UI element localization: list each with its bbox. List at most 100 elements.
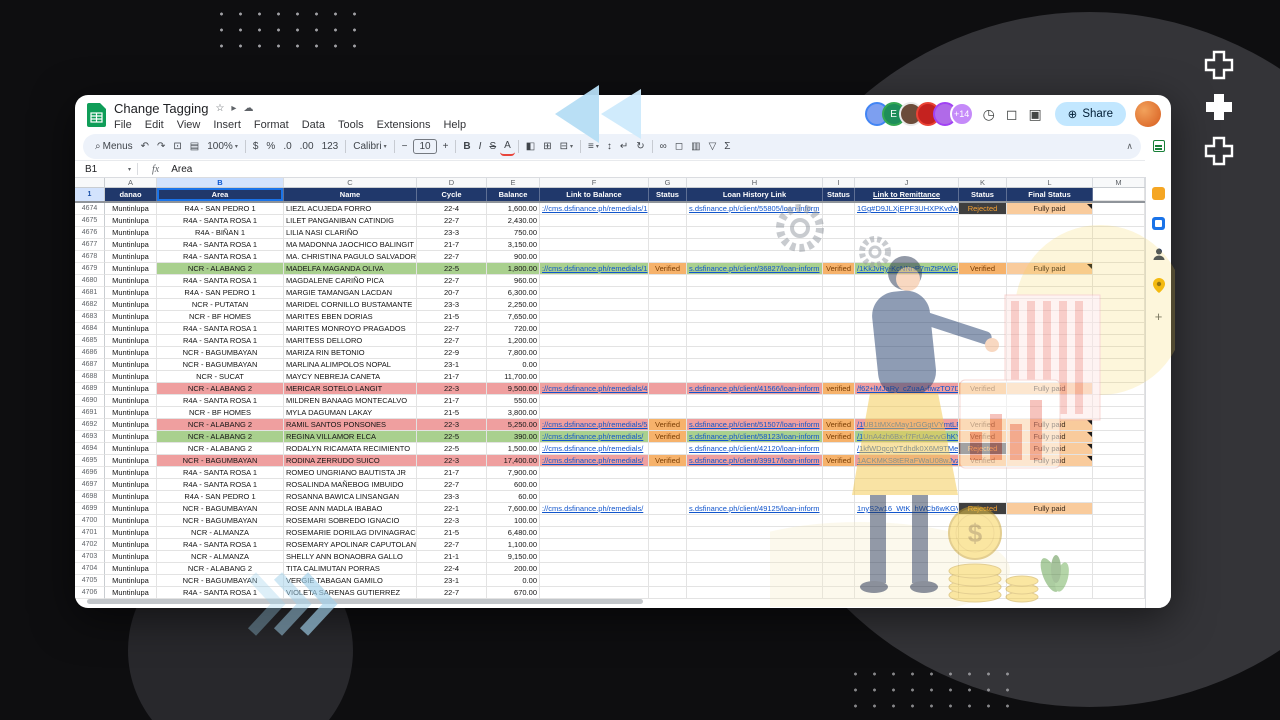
cell[interactable]: 2,250.00: [487, 299, 540, 311]
italic-button[interactable]: I: [475, 137, 486, 156]
cell[interactable]: [687, 587, 823, 599]
header-cell-Status[interactable]: Status: [823, 188, 855, 201]
cell[interactable]: 7,600.00: [487, 503, 540, 515]
cell[interactable]: NCR - BF HOMES: [157, 311, 284, 323]
merge-cells-button[interactable]: ⊟ ▾: [556, 137, 577, 156]
cell[interactable]: [823, 407, 855, 419]
cell[interactable]: [1007, 539, 1093, 551]
cell[interactable]: Muntinlupa: [105, 287, 157, 299]
cell[interactable]: 22-5: [417, 263, 487, 275]
row-header-4694[interactable]: 4694: [75, 443, 105, 455]
contacts-icon[interactable]: [1152, 247, 1166, 261]
formula-input[interactable]: Area: [171, 164, 192, 175]
cell[interactable]: Muntinlupa: [105, 491, 157, 503]
cell[interactable]: [1093, 527, 1145, 539]
cell[interactable]: Verified: [823, 431, 855, 443]
cell[interactable]: NCR - BAGUMBAYAN: [157, 359, 284, 371]
cell[interactable]: NCR - ALMANZA: [157, 551, 284, 563]
cell[interactable]: Rejected: [959, 503, 1007, 515]
cell[interactable]: [540, 335, 649, 347]
row-header-4685[interactable]: 4685: [75, 335, 105, 347]
cell[interactable]: R4A - SANTA ROSA 1: [157, 395, 284, 407]
cell[interactable]: [959, 491, 1007, 503]
cell[interactable]: [1093, 311, 1145, 323]
cell[interactable]: [649, 383, 687, 395]
cell[interactable]: MARIDEL CORNILLO BUSTAMANTE: [284, 299, 417, 311]
text-rotate-button[interactable]: ↻: [632, 137, 648, 156]
column-header-J[interactable]: J: [855, 178, 959, 187]
header-cell-Link to Balance[interactable]: Link to Balance: [540, 188, 649, 201]
cell[interactable]: 1ACKMKS8tERaFWaU08wJvzb-O: [855, 455, 959, 467]
cell[interactable]: [823, 323, 855, 335]
cell[interactable]: 7,650.00: [487, 311, 540, 323]
cell[interactable]: [1007, 527, 1093, 539]
cell[interactable]: 21-5: [417, 407, 487, 419]
cell[interactable]: ROMEO UNGRIANO BAUTISTA JR: [284, 467, 417, 479]
cell[interactable]: 22-7: [417, 479, 487, 491]
cell[interactable]: [540, 311, 649, 323]
cell[interactable]: NCR - ALABANG 2: [157, 563, 284, 575]
cell[interactable]: Muntinlupa: [105, 347, 157, 359]
cell[interactable]: R4A - SAN PEDRO 1: [157, 287, 284, 299]
cell[interactable]: 22-7: [417, 587, 487, 599]
cell[interactable]: SHELLY ANN BONAOBRA GALLO: [284, 551, 417, 563]
cell[interactable]: ://cms.dsfinance.ph/remedials/: [540, 503, 649, 515]
cell[interactable]: [823, 527, 855, 539]
cell[interactable]: 900.00: [487, 251, 540, 263]
column-header-M[interactable]: M: [1093, 178, 1145, 187]
cell[interactable]: [959, 227, 1007, 239]
cell[interactable]: [959, 287, 1007, 299]
cell[interactable]: NCR - ALABANG 2: [157, 383, 284, 395]
cell[interactable]: [823, 551, 855, 563]
cell[interactable]: [649, 407, 687, 419]
cell[interactable]: Muntinlupa: [105, 467, 157, 479]
cell[interactable]: [687, 311, 823, 323]
cell[interactable]: [855, 227, 959, 239]
cell[interactable]: [855, 239, 959, 251]
cell[interactable]: [649, 335, 687, 347]
cell[interactable]: Muntinlupa: [105, 455, 157, 467]
cell[interactable]: [823, 203, 855, 215]
cell[interactable]: 22-5: [417, 443, 487, 455]
cell[interactable]: [687, 287, 823, 299]
cell[interactable]: MERICAR SOTELO LANGIT: [284, 383, 417, 395]
cell[interactable]: MARIZA RIN BETONIO: [284, 347, 417, 359]
row-header-4689[interactable]: 4689: [75, 383, 105, 395]
cell[interactable]: NCR - ALMANZA: [157, 527, 284, 539]
cell[interactable]: [540, 551, 649, 563]
cell[interactable]: 390.00: [487, 431, 540, 443]
cell[interactable]: [540, 227, 649, 239]
cell[interactable]: [959, 407, 1007, 419]
cell[interactable]: [540, 407, 649, 419]
cell[interactable]: ://cms.dsfinance.ph/remedials/1: [540, 203, 649, 215]
cell[interactable]: [823, 299, 855, 311]
menu-data[interactable]: Data: [302, 119, 325, 131]
cell[interactable]: [959, 563, 1007, 575]
header-cell-Balance[interactable]: Balance: [487, 188, 540, 201]
cell[interactable]: [823, 395, 855, 407]
cell[interactable]: MA MADONNA JAOCHICO BALINGIT: [284, 239, 417, 251]
keep-icon[interactable]: [1152, 187, 1165, 200]
row-header-4676[interactable]: 4676: [75, 227, 105, 239]
cell[interactable]: [823, 311, 855, 323]
text-wrap-button[interactable]: ↵: [616, 137, 632, 156]
column-header-I[interactable]: I: [823, 178, 855, 187]
cell[interactable]: MILDREN BANAAG MONTECALVO: [284, 395, 417, 407]
header-cell-blank[interactable]: [1093, 188, 1145, 201]
cell[interactable]: [823, 587, 855, 599]
cell[interactable]: 21-7: [417, 467, 487, 479]
cell[interactable]: [823, 227, 855, 239]
cell[interactable]: /1KkJvRy-KcNNnP7mZtPWiG41Y: [855, 263, 959, 275]
cell[interactable]: [855, 479, 959, 491]
cell[interactable]: [959, 467, 1007, 479]
cell[interactable]: 22-3: [417, 515, 487, 527]
cell[interactable]: [687, 575, 823, 587]
cell[interactable]: ://cms.dsfinance.ph/remedials/4: [540, 383, 649, 395]
cell[interactable]: [1007, 215, 1093, 227]
cell[interactable]: 2,430.00: [487, 215, 540, 227]
cell[interactable]: [1093, 419, 1145, 431]
cell[interactable]: Verified: [649, 455, 687, 467]
column-header-F[interactable]: F: [540, 178, 649, 187]
header-cell-danao[interactable]: danao: [105, 188, 157, 201]
cell[interactable]: [1093, 359, 1145, 371]
